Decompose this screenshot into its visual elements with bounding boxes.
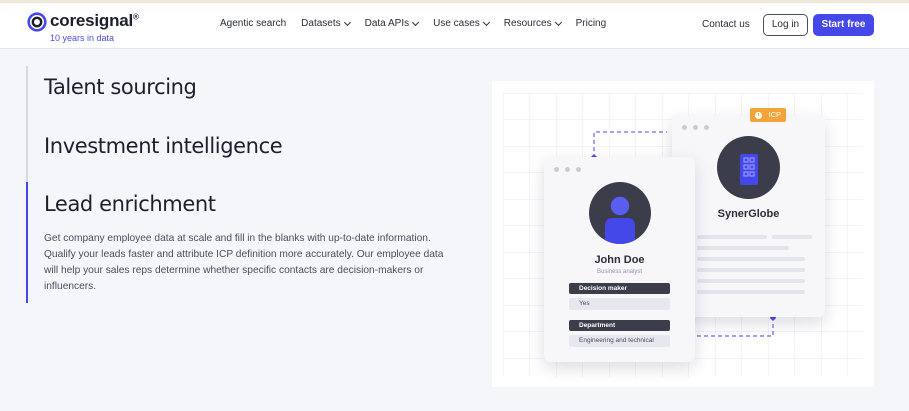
tab-indicator [26, 120, 28, 182]
info-icon [755, 111, 762, 119]
chevron-down-icon [482, 18, 490, 26]
tab-title: Investment intelligence [44, 134, 283, 158]
person-role: Business analyst [596, 269, 643, 275]
skeleton-line [697, 279, 805, 283]
tab-talent-sourcing[interactable]: Talent sourcing [26, 66, 466, 120]
window-dots [682, 125, 709, 130]
person-name: John Doe [594, 254, 645, 266]
tab-indicator-active [26, 182, 28, 303]
company-avatar [717, 136, 780, 199]
tab-lead-enrichment[interactable]: Lead enrichment Get company employee dat… [26, 182, 466, 303]
main-menu: Agentic search Datasets Data APIs Use ca… [220, 18, 621, 29]
icp-badge: ICP [750, 108, 786, 122]
logo-tagline: 10 years in data [50, 33, 115, 43]
chevron-down-icon [554, 18, 562, 26]
field-value-department: Engineering and technical [569, 335, 670, 347]
skeleton-line [772, 235, 812, 239]
menu-item-use-cases[interactable]: Use cases [433, 18, 490, 29]
skeleton-line [697, 235, 767, 239]
building-icon [740, 154, 758, 185]
logo-wordmark: coresignal® [50, 11, 139, 30]
chevron-down-icon [412, 18, 420, 26]
tab-indicator [26, 66, 28, 120]
tab-description: Get company employee data at scale and f… [44, 233, 444, 292]
lead-enrichment-illustration: SynerGlobe ICP John Doe Business analyst… [492, 81, 874, 387]
contact-us-link[interactable]: Contact us [702, 19, 750, 30]
user-icon [605, 195, 635, 244]
menu-item-resources[interactable]: Resources [504, 18, 562, 29]
window-dots [554, 167, 581, 172]
tab-title: Lead enrichment [44, 192, 216, 216]
menu-item-pricing[interactable]: Pricing [576, 18, 607, 29]
person-card: John Doe Business analyst Decision maker… [544, 157, 695, 362]
tab-title: Talent sourcing [44, 75, 197, 99]
field-label-department: Department [569, 320, 670, 331]
skeleton-line [697, 290, 805, 294]
coresignal-logo-icon [27, 12, 47, 32]
field-label-decision-maker: Decision maker [569, 283, 670, 294]
top-navigation: coresignal® 10 years in data Agentic sea… [0, 3, 909, 49]
skeleton-line [697, 268, 805, 272]
person-avatar [589, 182, 651, 244]
menu-item-datasets[interactable]: Datasets [301, 18, 351, 29]
start-free-button[interactable]: Start free [813, 14, 874, 36]
tab-investment-intelligence[interactable]: Investment intelligence [26, 120, 466, 182]
skeleton-line [697, 257, 805, 261]
menu-item-data-apis[interactable]: Data APIs [365, 18, 420, 29]
field-value-decision-maker: Yes [569, 298, 670, 310]
menu-item-agentic-search[interactable]: Agentic search [220, 18, 286, 29]
skeleton-line [697, 246, 789, 250]
chevron-down-icon [343, 18, 351, 26]
login-button[interactable]: Log in [763, 14, 808, 36]
